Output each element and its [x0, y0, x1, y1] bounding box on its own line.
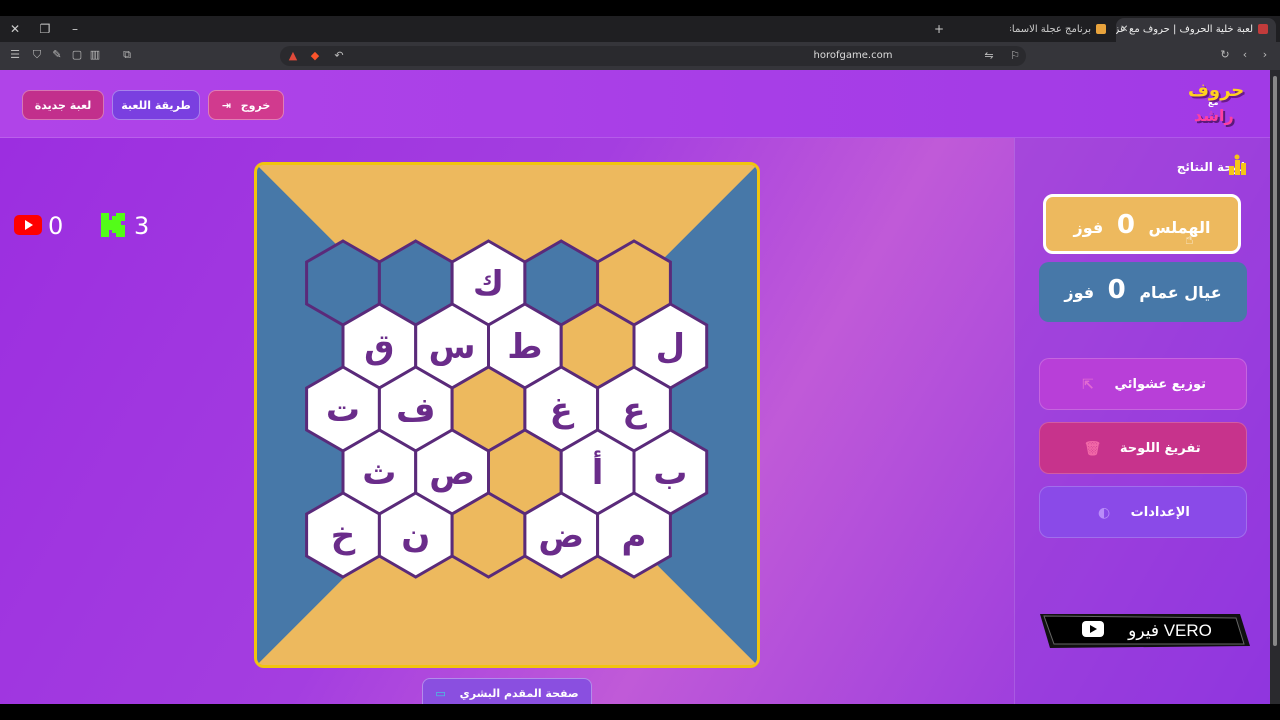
- site-settings-icon[interactable]: ⇋: [982, 49, 996, 63]
- hex-grid: ك ق س ط ل ت ف غ ع ث ص أ ب خ ن ض م: [257, 165, 757, 665]
- kick-icon: [101, 213, 125, 237]
- new-game-button[interactable]: لعبة جديدة: [22, 90, 104, 120]
- team-2-score: 0: [1107, 275, 1126, 305]
- logo-line-3: راشد: [1194, 106, 1234, 125]
- reload-icon[interactable]: ↻: [1218, 48, 1232, 62]
- how-to-play-button[interactable]: طريقة اللعبة: [112, 90, 200, 120]
- hex-letter: ل: [656, 327, 686, 367]
- team-2-card[interactable]: عيال عمام 0 فوز: [1039, 262, 1247, 322]
- hex-letter: ط: [507, 327, 542, 367]
- screenshot-icon[interactable]: ⧉: [120, 48, 134, 62]
- clear-board-button[interactable]: تفريغ اللوحة 🗑: [1039, 422, 1247, 474]
- tab-letter-hive[interactable]: لعبة خلية الحروف | حروف مع عزيز ✕: [1116, 18, 1276, 42]
- extensions-icon[interactable]: ✎: [50, 48, 64, 62]
- window-bottom-bar: [0, 704, 1280, 720]
- settings-button[interactable]: الإعدادات ◐: [1039, 486, 1247, 538]
- browser-toolbar: ☰ ⛉ ✎ ▢ ▥ ⧉ ▲ ◆ ↶ horofgame.com ⇋ ⚐ ↻ ‹ …: [0, 42, 1280, 70]
- hex-letter: ن: [401, 516, 430, 556]
- restore-window-icon[interactable]: ❐: [36, 20, 54, 38]
- exit-label: خروج: [240, 99, 271, 112]
- kick-count: 3: [134, 212, 150, 240]
- page-header: لعبة جديدة طريقة اللعبة خروج ⇥ حروف مع ر…: [0, 70, 1270, 138]
- settings-label: الإعدادات: [1130, 505, 1190, 520]
- hex-letter: خ: [331, 516, 356, 556]
- hex-letter: ب: [653, 453, 687, 493]
- monitor-icon: ▭: [435, 687, 446, 700]
- bookmark-icon[interactable]: ⚐: [1008, 49, 1022, 63]
- trash-icon: 🗑: [1083, 440, 1102, 457]
- youtube-count: 0: [48, 212, 64, 240]
- presenter-page-button[interactable]: صفحة المقدم البشري ▭: [422, 678, 592, 704]
- tab-bar: ✕ ❐ – + برنامج عجلة الاسماء لعبة خلية ال…: [0, 16, 1280, 42]
- tab-favicon-icon: [1258, 24, 1268, 34]
- hex-letter: أ: [592, 450, 604, 493]
- tab-favicon-icon: [1096, 24, 1106, 34]
- hex-letter: ع: [622, 390, 647, 430]
- tab-names-wheel[interactable]: برنامج عجلة الاسماء: [1010, 18, 1114, 42]
- shuffle-button[interactable]: توزيع عشوائي ⇱: [1039, 358, 1247, 410]
- wallet-icon[interactable]: ▢: [70, 48, 84, 62]
- hex-letter: ف: [396, 390, 436, 430]
- team-2-name: عيال عمام: [1139, 283, 1222, 302]
- mouse-cursor-icon: ☝: [1185, 232, 1194, 248]
- scrollbar-thumb[interactable]: [1273, 76, 1277, 646]
- url-text: horofgame.com: [813, 50, 893, 61]
- hex-letter: ت: [326, 390, 360, 430]
- hex-letter: ك: [473, 264, 504, 304]
- vero-text: فيرو VERO: [1127, 621, 1212, 641]
- hex-letter: غ: [550, 390, 575, 430]
- presenter-label: صفحة المقدم البشري: [459, 687, 579, 700]
- team-1-score: 0: [1116, 210, 1135, 240]
- close-tab-icon[interactable]: ✕: [1120, 18, 1128, 42]
- tab-title: لعبة خلية الحروف | حروف مع عزيز: [1116, 24, 1253, 35]
- hex-letter: ض: [538, 516, 584, 556]
- team-1-wins-label: فوز: [1073, 218, 1104, 237]
- forward-icon[interactable]: ›: [1258, 48, 1272, 62]
- shuffle-icon: ⇱: [1082, 376, 1094, 393]
- minimize-window-icon[interactable]: –: [66, 20, 84, 38]
- hex-letter: ص: [429, 453, 475, 493]
- vero-watermark: فيرو VERO: [1040, 614, 1250, 648]
- trophy-icon: [1229, 154, 1246, 175]
- close-window-icon[interactable]: ✕: [6, 20, 24, 38]
- new-tab-button[interactable]: +: [930, 20, 948, 38]
- shield-icon[interactable]: ⛉: [30, 48, 44, 62]
- logout-icon: ⇥: [221, 99, 231, 112]
- youtube-icon: [14, 215, 42, 235]
- address-bar[interactable]: ▲ ◆ ↶ horofgame.com ⇋ ⚐: [280, 46, 1026, 66]
- hex-letter: ق: [364, 327, 394, 367]
- clear-board-label: تفريغ اللوحة: [1119, 441, 1201, 456]
- page-scrollbar[interactable]: [1270, 70, 1280, 704]
- page-viewport: لعبة جديدة طريقة اللعبة خروج ⇥ حروف مع ر…: [0, 70, 1270, 704]
- palette-icon: ◐: [1098, 504, 1111, 521]
- exit-button[interactable]: خروج ⇥: [208, 90, 284, 120]
- hex-letter: م: [622, 516, 647, 556]
- team-1-card[interactable]: الهملس 0 فوز: [1043, 194, 1241, 254]
- hex-letter: ث: [362, 453, 396, 493]
- tab-title: برنامج عجلة الاسماء: [1010, 24, 1091, 35]
- game-logo: حروف مع راشد: [1186, 80, 1248, 132]
- shuffle-label: توزيع عشوائي: [1114, 377, 1207, 392]
- sidebar-icon[interactable]: ▥: [88, 48, 102, 62]
- game-board: ك قسط ل تف غ ع ثص أ ب خ ن ضم: [254, 162, 760, 668]
- back-icon[interactable]: ‹: [1238, 48, 1252, 62]
- team-1-name: الهملس: [1148, 218, 1211, 237]
- window-top-bar: [0, 0, 1280, 16]
- hex-letter: س: [429, 327, 476, 367]
- team-2-wins-label: فوز: [1064, 283, 1095, 302]
- menu-icon[interactable]: ☰: [8, 48, 22, 62]
